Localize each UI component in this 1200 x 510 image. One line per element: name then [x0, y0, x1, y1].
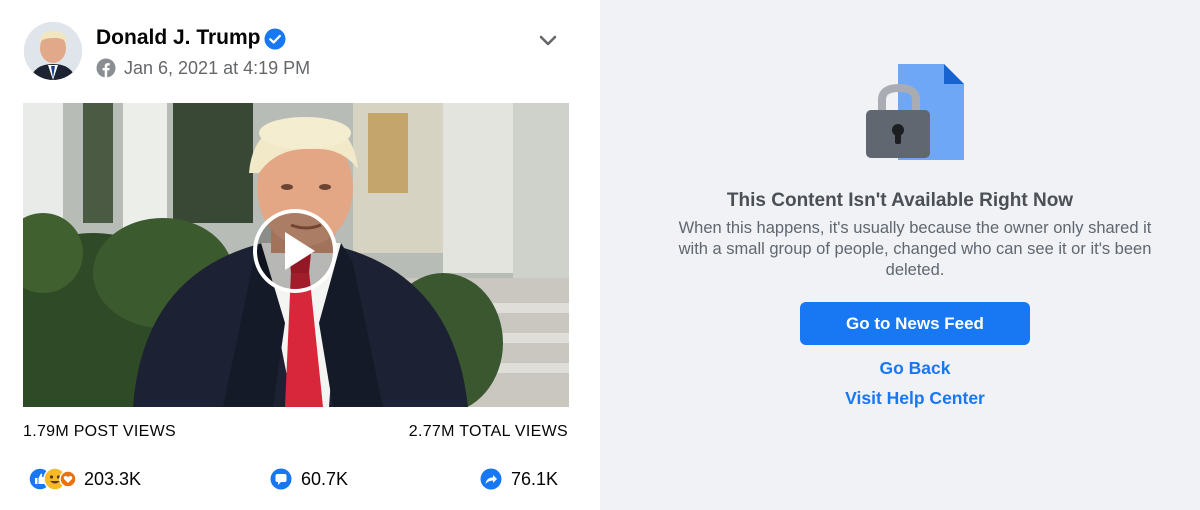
reactions-summary[interactable]: 203.3K — [28, 466, 141, 492]
go-to-news-feed-button[interactable]: Go to News Feed — [800, 302, 1030, 345]
visit-help-center-link[interactable]: Visit Help Center — [600, 388, 1200, 409]
content-unavailable-panel: This Content Isn't Available Right Now W… — [600, 0, 1200, 510]
video-player[interactable] — [23, 103, 569, 407]
post-card: Donald J. Trump Jan 6, 2021 at 4:19 PM 1… — [0, 0, 600, 510]
total-views: 2.77M TOTAL VIEWS — [408, 423, 568, 440]
share-icon — [480, 468, 502, 490]
share-count: 76.1K — [511, 468, 559, 489]
chevron-down-icon[interactable] — [536, 30, 560, 50]
play-icon[interactable] — [252, 208, 338, 294]
avatar[interactable] — [24, 22, 82, 80]
author-name[interactable]: Donald J. Trump — [96, 26, 261, 50]
unavailable-title: This Content Isn't Available Right Now — [726, 190, 1074, 211]
reaction-icons — [28, 467, 76, 491]
lock-document-icon — [866, 64, 964, 160]
verified-badge-icon — [264, 28, 286, 50]
comments-summary[interactable]: 60.7K — [270, 466, 348, 492]
facebook-icon — [96, 58, 116, 78]
go-back-link[interactable]: Go Back — [600, 358, 1200, 379]
unavailable-description: When this happens, it's usually because … — [678, 219, 1152, 279]
comment-count: 60.7K — [301, 468, 349, 489]
post-views: 1.79M POST VIEWS — [23, 423, 176, 440]
shares-summary[interactable]: 76.1K — [480, 466, 558, 492]
reaction-count: 203.3K — [84, 468, 142, 489]
post-timestamp[interactable]: Jan 6, 2021 at 4:19 PM — [124, 58, 310, 79]
comment-icon — [270, 468, 292, 490]
